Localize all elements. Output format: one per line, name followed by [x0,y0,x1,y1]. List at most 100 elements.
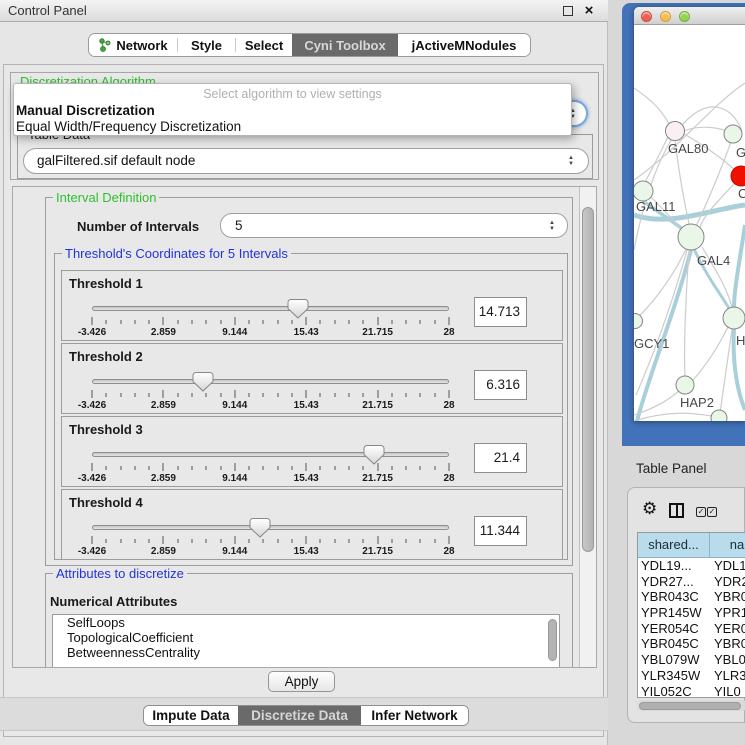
tab-network[interactable]: Network [89,34,177,56]
slider-track[interactable] [92,379,449,384]
table-row[interactable]: YBR045CYBR0 [638,636,745,652]
table-cell[interactable]: YDL1 [711,558,745,574]
table-cell[interactable]: YBL0 [711,652,745,668]
slider-track[interactable] [92,306,449,311]
tab-style[interactable]: Style [178,34,235,56]
columns-icon[interactable] [669,503,684,518]
close-icon[interactable]: × [581,1,597,21]
mac-zoom-button[interactable] [679,11,690,22]
table-cell[interactable]: YIL052C [638,684,711,699]
tab-infer-network[interactable]: Infer Network [361,706,468,725]
table-cell[interactable]: YER054C [638,621,711,637]
gear-icon[interactable]: ⚙ [642,500,657,518]
threshold-3-slider[interactable]: -3.4262.8599.14415.4321.71528 [92,445,449,485]
tick-mark [234,536,235,544]
tick-mark [92,390,93,398]
tick-mark [320,320,321,324]
slider-thumb[interactable] [364,445,385,465]
tick-mark [363,393,364,397]
node-table[interactable]: shared... name YDL19...YDL1YDR27...YDR2Y… [637,532,745,698]
network-node-gcy1[interactable] [634,314,643,329]
node-label: GA [736,145,745,160]
network-node[interactable] [711,410,727,421]
network-node[interactable] [724,125,742,143]
slider-track[interactable] [92,452,449,457]
tick-mark [291,466,292,470]
node-label: GAL80 [668,141,708,156]
table-horizontal-scrollbar[interactable] [637,700,745,711]
tick-mark [149,539,150,543]
table-row[interactable]: YBL079WYBL0 [638,652,745,668]
popup-item-manual-discretization[interactable]: Manual Discretization [16,103,155,118]
list-scrollbar-thumb[interactable] [548,619,557,661]
checkbox-icon[interactable]: ✓ [696,507,706,517]
table-row[interactable]: YDL19...YDL1 [638,558,745,574]
table-cell[interactable]: YBR0 [711,589,745,605]
popup-item-equal-width-frequency[interactable]: Equal Width/Frequency Discretization [16,119,241,134]
network-canvas[interactable]: GAL80 GA C GAL11 GAL4 GCY1 H HAP2 [634,25,745,421]
attributes-group-title: Attributes to discretize [53,566,187,581]
apply-button[interactable]: Apply [268,671,335,692]
table-cell[interactable]: YBR045C [638,636,711,652]
number-of-intervals-combobox[interactable]: 5 ▲▼ [220,213,568,238]
threshold-4-slider[interactable]: -3.4262.8599.14415.4321.71528 [92,518,449,558]
network-node-gal4[interactable] [678,224,704,250]
network-node-gal11[interactable] [634,181,653,201]
table-panel-title: Table Panel [636,461,707,476]
table-cell[interactable]: YLR345W [638,668,711,684]
column-header-name[interactable]: name [710,533,745,557]
table-data-combobox[interactable]: galFiltered.sif default node ▲▼ [23,148,589,174]
table-row[interactable]: YDR27...YDR2 [638,574,745,590]
settings-scrollbar[interactable] [579,187,596,667]
threshold-2-slider[interactable]: -3.4262.8599.14415.4321.71528 [92,372,449,412]
table-row[interactable]: YER054CYER0 [638,621,745,637]
tick-mark [306,536,307,544]
table-cell[interactable]: YBR043C [638,589,711,605]
slider-thumb[interactable] [249,518,270,538]
scrollbar-thumb[interactable] [582,207,594,552]
table-cell[interactable]: YLR3 [711,668,745,684]
column-header-shared-name[interactable]: shared... [638,533,710,557]
tab-jactivemnodules[interactable]: jActiveMNodules [398,34,530,56]
float-window-icon[interactable] [563,6,573,16]
tick-mark [163,536,164,544]
slider-thumb[interactable] [287,299,308,319]
slider-thumb[interactable] [192,372,213,392]
table-row[interactable]: YIL052CYIL0 [638,684,745,699]
threshold-value-field[interactable]: 11.344 [474,516,527,546]
attribute-list-item[interactable]: TopologicalCoefficient [53,630,559,645]
tab-select[interactable]: Select [236,34,292,56]
table-cell[interactable]: YDL19... [638,558,711,574]
table-row[interactable]: YLR345WYLR3 [638,668,745,684]
threshold-value-field[interactable]: 14.713 [474,297,527,327]
table-cell[interactable]: YPR145W [638,605,711,621]
tab-impute-data[interactable]: Impute Data [144,706,238,725]
table-cell[interactable]: YIL0 [711,684,741,699]
attribute-list-item[interactable]: BetweennessCentrality [53,645,559,660]
table-row[interactable]: YBR043CYBR0 [638,589,745,605]
mac-close-button[interactable] [641,11,652,22]
numerical-attributes-list[interactable]: SelfLoopsTopologicalCoefficientBetweenne… [52,614,560,668]
table-cell[interactable]: YDR27... [638,574,711,590]
network-node[interactable] [723,307,745,329]
tab-cyni-toolbox[interactable]: Cyni Toolbox [292,34,398,56]
mac-minimize-button[interactable] [660,11,671,22]
network-node-gal80[interactable] [666,122,685,141]
table-row[interactable]: YPR145WYPR1 [638,605,745,621]
tab-discretize-data[interactable]: Discretize Data [238,706,361,725]
threshold-value-field[interactable]: 21.4 [474,443,527,473]
threshold-value-field[interactable]: 6.316 [474,370,527,400]
network-window-titlebar[interactable] [634,7,745,25]
threshold-1-slider[interactable]: -3.4262.8599.14415.4321.71528 [92,299,449,339]
tick-mark [434,466,435,470]
table-cell[interactable]: YPR1 [711,605,745,621]
slider-track[interactable] [92,525,449,530]
table-cell[interactable]: YER0 [711,621,745,637]
scrollbar-thumb[interactable] [639,702,741,710]
network-node-hap2[interactable] [676,376,694,394]
attribute-list-item[interactable]: SelfLoops [53,615,559,630]
checkbox-icon[interactable]: ✓ [707,507,717,517]
table-cell[interactable]: YBL079W [638,652,711,668]
table-cell[interactable]: YBR0 [711,636,745,652]
table-cell[interactable]: YDR2 [711,574,745,590]
